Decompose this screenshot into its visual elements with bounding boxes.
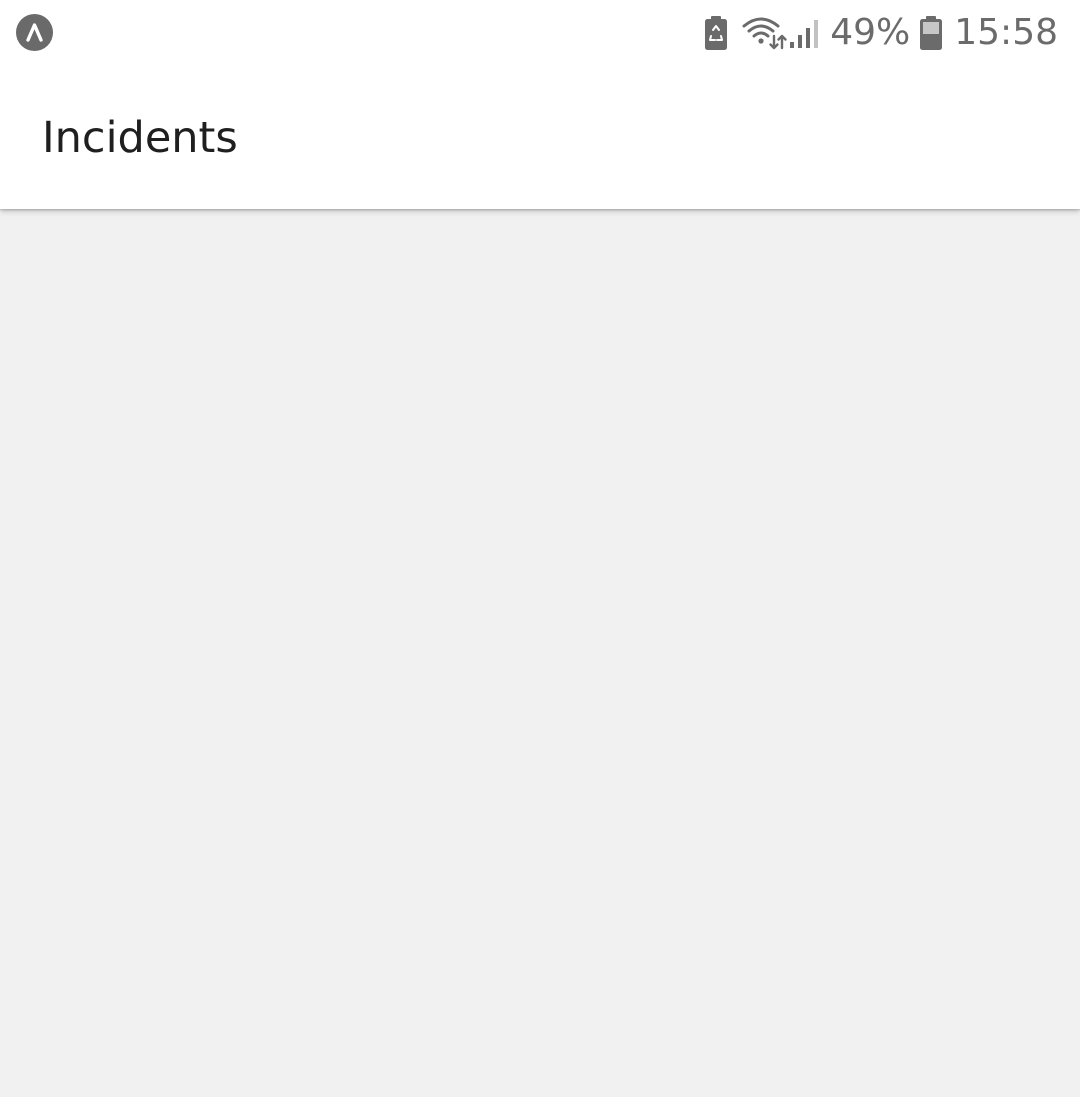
- header: 49% 15:58 Incidents: [0, 0, 1080, 209]
- expo-app-icon[interactable]: [16, 14, 53, 51]
- battery-saver-icon: [705, 16, 728, 50]
- status-bar: 49% 15:58: [0, 0, 1080, 66]
- status-icons: 49% 15:58: [704, 10, 1058, 56]
- app-bar: Incidents: [0, 66, 1080, 209]
- signal-icon: [790, 20, 819, 48]
- wifi-icon: [742, 17, 787, 50]
- status-time: 15:58: [954, 12, 1058, 53]
- page-title: Incidents: [42, 113, 238, 163]
- app-screen: 49% 15:58 Incidents: [0, 0, 1080, 1097]
- incidents-list-empty: [0, 209, 1080, 1097]
- battery-icon: [920, 16, 943, 50]
- battery-percentage: 49%: [830, 12, 911, 53]
